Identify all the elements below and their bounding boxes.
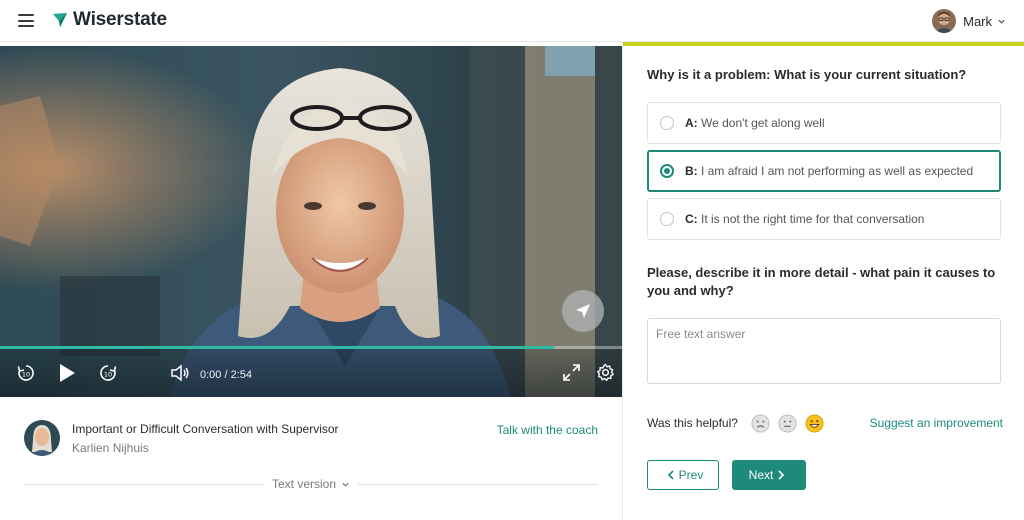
accent-bar [623,42,1024,46]
option-label: C: It is not the right time for that con… [685,212,925,226]
lesson-title: Important or Difficult Conversation with… [72,422,339,436]
radio-button[interactable] [660,212,674,226]
lesson-card: Important or Difficult Conversation with… [24,420,598,460]
rewind-10-icon[interactable]: 10 [16,363,36,383]
question-2: Please, describe it in more detail - wha… [647,265,996,298]
text-version-button[interactable]: Text version [272,477,350,491]
text-version-label: Text version [272,477,337,491]
video-player[interactable]: 10 10 0:00 / 2:54 [0,46,622,397]
video-frame [0,46,622,397]
chevron-left-icon [667,470,674,480]
fullscreen-icon[interactable] [562,363,581,382]
logo-icon [53,13,67,27]
player-controls: 10 10 0:00 / 2:54 [0,349,622,397]
chevron-down-icon [998,19,1005,24]
text-version-toggle: Text version [24,476,598,492]
brand-name: Wiserstate [73,9,167,30]
happy-face-icon[interactable] [805,414,824,433]
volume-icon[interactable] [170,363,190,383]
divider [24,484,264,485]
feedback-row: Was this helpful? Suggest an improvement [647,414,1003,434]
divider [358,484,598,485]
user-name: Mark [963,13,992,29]
question-1: Why is it a problem: What is your curren… [647,67,967,82]
chevron-right-icon [778,470,785,480]
top-bar: Wiserstate Mark [0,0,1024,42]
svg-text:10: 10 [104,371,112,379]
prev-button[interactable]: Prev [647,460,719,490]
prev-label: Prev [678,468,704,482]
settings-icon[interactable] [596,363,615,382]
send-icon [576,304,590,318]
svg-text:10: 10 [22,371,30,379]
chevron-down-icon [342,482,349,487]
option-label: A: We don't get along well [685,116,825,130]
suggest-improvement-link[interactable]: Suggest an improvement [870,416,1003,430]
sad-face-icon[interactable] [751,414,770,433]
logo[interactable]: Wiserstate [52,9,167,31]
option-c[interactable]: C: It is not the right time for that con… [647,198,1001,240]
lesson-panel: 10 10 0:00 / 2:54 Important or Difficult… [0,42,622,520]
menu-icon[interactable] [18,14,34,27]
share-button[interactable] [562,290,604,332]
play-icon[interactable] [58,363,76,383]
helpful-label: Was this helpful? [647,416,738,430]
free-text-answer-field[interactable] [647,318,1001,384]
next-label: Next [748,468,774,482]
quiz-panel: Why is it a problem: What is your curren… [622,42,1024,520]
lesson-author: Karlien Nijhuis [72,441,149,455]
forward-10-icon[interactable]: 10 [98,363,118,383]
time-display: 0:00 / 2:54 [200,369,252,381]
author-avatar [24,420,60,456]
next-button[interactable]: Next [732,460,806,490]
option-b[interactable]: B: I am afraid I am not performing as we… [647,150,1001,192]
avatar [932,9,957,33]
neutral-face-icon[interactable] [778,414,797,433]
talk-with-coach-link[interactable]: Talk with the coach [497,423,598,437]
user-menu[interactable]: Mark [932,8,1006,34]
radio-button[interactable] [660,164,674,178]
radio-button[interactable] [660,116,674,130]
option-a[interactable]: A: We don't get along well [647,102,1001,144]
option-label: B: I am afraid I am not performing as we… [685,164,974,178]
